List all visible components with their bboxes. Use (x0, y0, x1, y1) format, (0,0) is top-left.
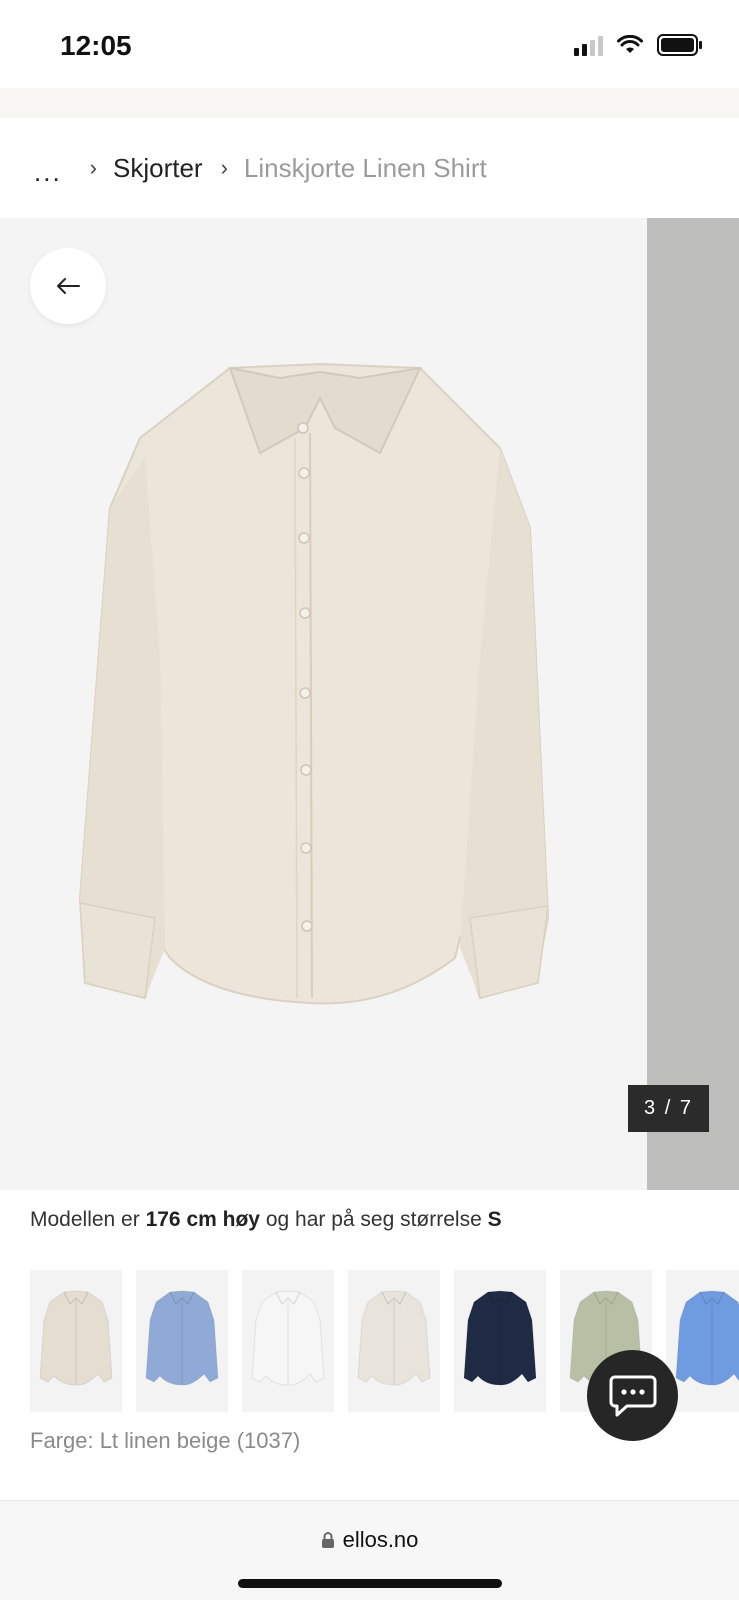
home-indicator[interactable] (238, 1579, 502, 1588)
status-time: 12:05 (60, 30, 132, 61)
swatch-shirt-thumbnail (39, 1290, 113, 1386)
chevron-right-icon: › (220, 155, 228, 180)
swatch-beige-stripe[interactable] (348, 1270, 440, 1412)
breadcrumb-ellipsis[interactable]: ... (34, 157, 62, 188)
chat-button[interactable] (587, 1350, 678, 1441)
browser-address-bar: ellos.no (0, 1500, 739, 1600)
model-height: 176 cm høy (145, 1208, 260, 1231)
product-image (78, 362, 550, 1005)
model-info-prefix: Modellen er (30, 1208, 140, 1231)
swatch-shirt-thumbnail (357, 1290, 431, 1386)
promo-strip (0, 88, 739, 118)
product-image-gallery[interactable]: 3 / 7 (0, 218, 739, 1190)
swatch-shirt-thumbnail (463, 1290, 537, 1386)
chevron-right-icon: › (89, 155, 97, 180)
breadcrumb: ... › Skjorter › Linskjorte Linen Shirt (0, 118, 739, 218)
swatch-shirt-thumbnail (145, 1290, 219, 1386)
next-slide-preview[interactable] (647, 218, 739, 1190)
breadcrumb-current: Linskjorte Linen Shirt (243, 152, 487, 183)
status-bar: 12:05 (0, 0, 739, 88)
swatch-navy[interactable] (454, 1270, 546, 1412)
lock-icon (321, 1532, 334, 1548)
battery-icon (657, 34, 702, 56)
cellular-signal-icon (574, 34, 603, 56)
swatch-lt-linen-beige[interactable] (30, 1270, 122, 1412)
swatch-blue-stripe[interactable] (136, 1270, 228, 1412)
model-info-middle: og har på seg størrelse (265, 1208, 482, 1231)
slide-counter: 3 / 7 (628, 1085, 709, 1132)
swatch-white[interactable] (242, 1270, 334, 1412)
chat-bubble-icon (609, 1375, 656, 1416)
status-icons (574, 34, 703, 56)
colour-label: Farge: Lt linen beige (1037) (30, 1428, 301, 1453)
swatch-shirt-thumbnail (251, 1290, 325, 1386)
url-bar[interactable]: ellos.no (0, 1527, 739, 1553)
arrow-left-icon (57, 278, 80, 294)
wifi-icon (617, 35, 643, 53)
model-info: Modellen er 176 cm høy og har på seg stø… (30, 1208, 502, 1232)
url-text: ellos.no (342, 1527, 419, 1552)
breadcrumb-category-link[interactable]: Skjorter (113, 153, 203, 184)
swatch-shirt-thumbnail (675, 1290, 739, 1386)
model-size: S (487, 1208, 502, 1231)
back-button[interactable] (30, 248, 106, 324)
